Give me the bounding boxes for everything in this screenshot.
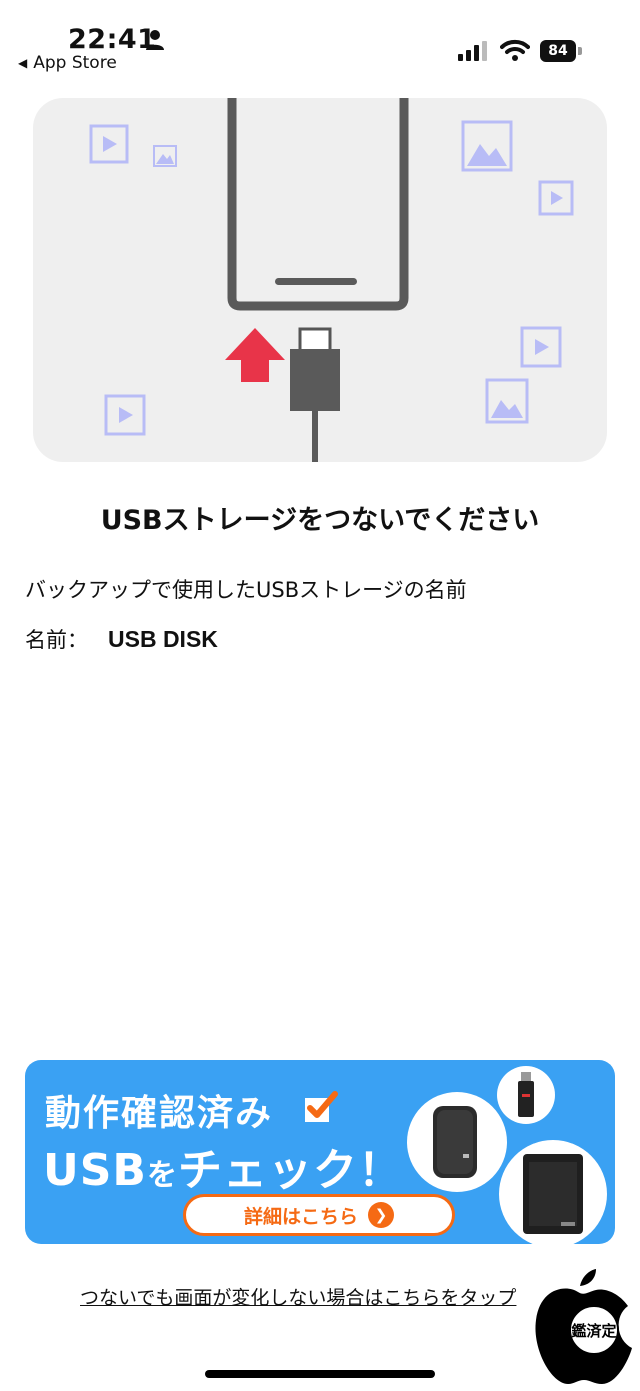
details-button-label: 詳細はこちら [243, 1205, 358, 1228]
verified-apple-badge: 鑑済定 [535, 1269, 632, 1384]
wifi-icon [500, 39, 530, 61]
page-title: USBストレージをつないでください [100, 505, 540, 536]
phone-icon [227, 98, 409, 311]
product-image-flash-drive [497, 1066, 555, 1124]
banner-subtitle: USB を チェック！ [43, 1134, 403, 1198]
banner-usb-text: USB [43, 1145, 147, 1196]
person-icon [146, 30, 164, 50]
back-to-app-store-link[interactable]: ◀ App Store [18, 53, 117, 73]
banner-title: 動作確認済み [45, 1093, 274, 1134]
image-icon [153, 145, 177, 167]
portable-hdd-icon [523, 1154, 583, 1234]
storage-name-row: 名前： USB DISK [25, 624, 218, 654]
home-indicator[interactable] [205, 1370, 435, 1378]
banner-particle-text: を [146, 1158, 178, 1193]
cellular-signal-icon [458, 41, 487, 61]
status-bar: 22:41 ◀ App Store 84 [0, 0, 640, 80]
back-label: App Store [33, 53, 117, 73]
video-icon [538, 180, 574, 216]
back-arrow-icon: ◀ [18, 56, 28, 70]
details-button[interactable]: 詳細はこちら ❯ [183, 1194, 455, 1236]
image-icon [461, 120, 513, 172]
storage-name-value: USB DISK [108, 626, 218, 652]
video-icon [104, 394, 146, 436]
video-icon [89, 124, 129, 164]
connect-usb-illustration [33, 98, 607, 462]
badge-text: 鑑済定 [571, 1322, 616, 1340]
video-icon [520, 326, 562, 368]
product-image-hdd [499, 1140, 607, 1244]
banner-check-text: チェック！ [177, 1145, 403, 1196]
name-label: 名前： [25, 628, 88, 652]
battery-level: 84 [540, 40, 576, 62]
checkmark-icon [305, 1091, 338, 1122]
status-time: 22:41 [68, 24, 157, 55]
portable-ssd-icon [433, 1106, 477, 1178]
image-icon [485, 378, 529, 424]
usb-cable-icon [290, 327, 340, 462]
description-text: バックアップで使用したUSBストレージの名前 [25, 578, 467, 602]
usb-flash-drive-icon [518, 1072, 534, 1117]
up-arrow-icon [225, 328, 285, 382]
verified-usb-banner[interactable]: 動作確認済み USB を チェック！ 詳細はこちら ❯ [25, 1060, 615, 1244]
chevron-right-icon: ❯ [368, 1202, 394, 1228]
battery-tip [578, 47, 582, 55]
help-link[interactable]: つないでも画面が変化しない場合はこちらをタップ [80, 1283, 516, 1310]
product-image-ssd [407, 1092, 507, 1192]
battery-indicator: 84 [540, 40, 584, 62]
